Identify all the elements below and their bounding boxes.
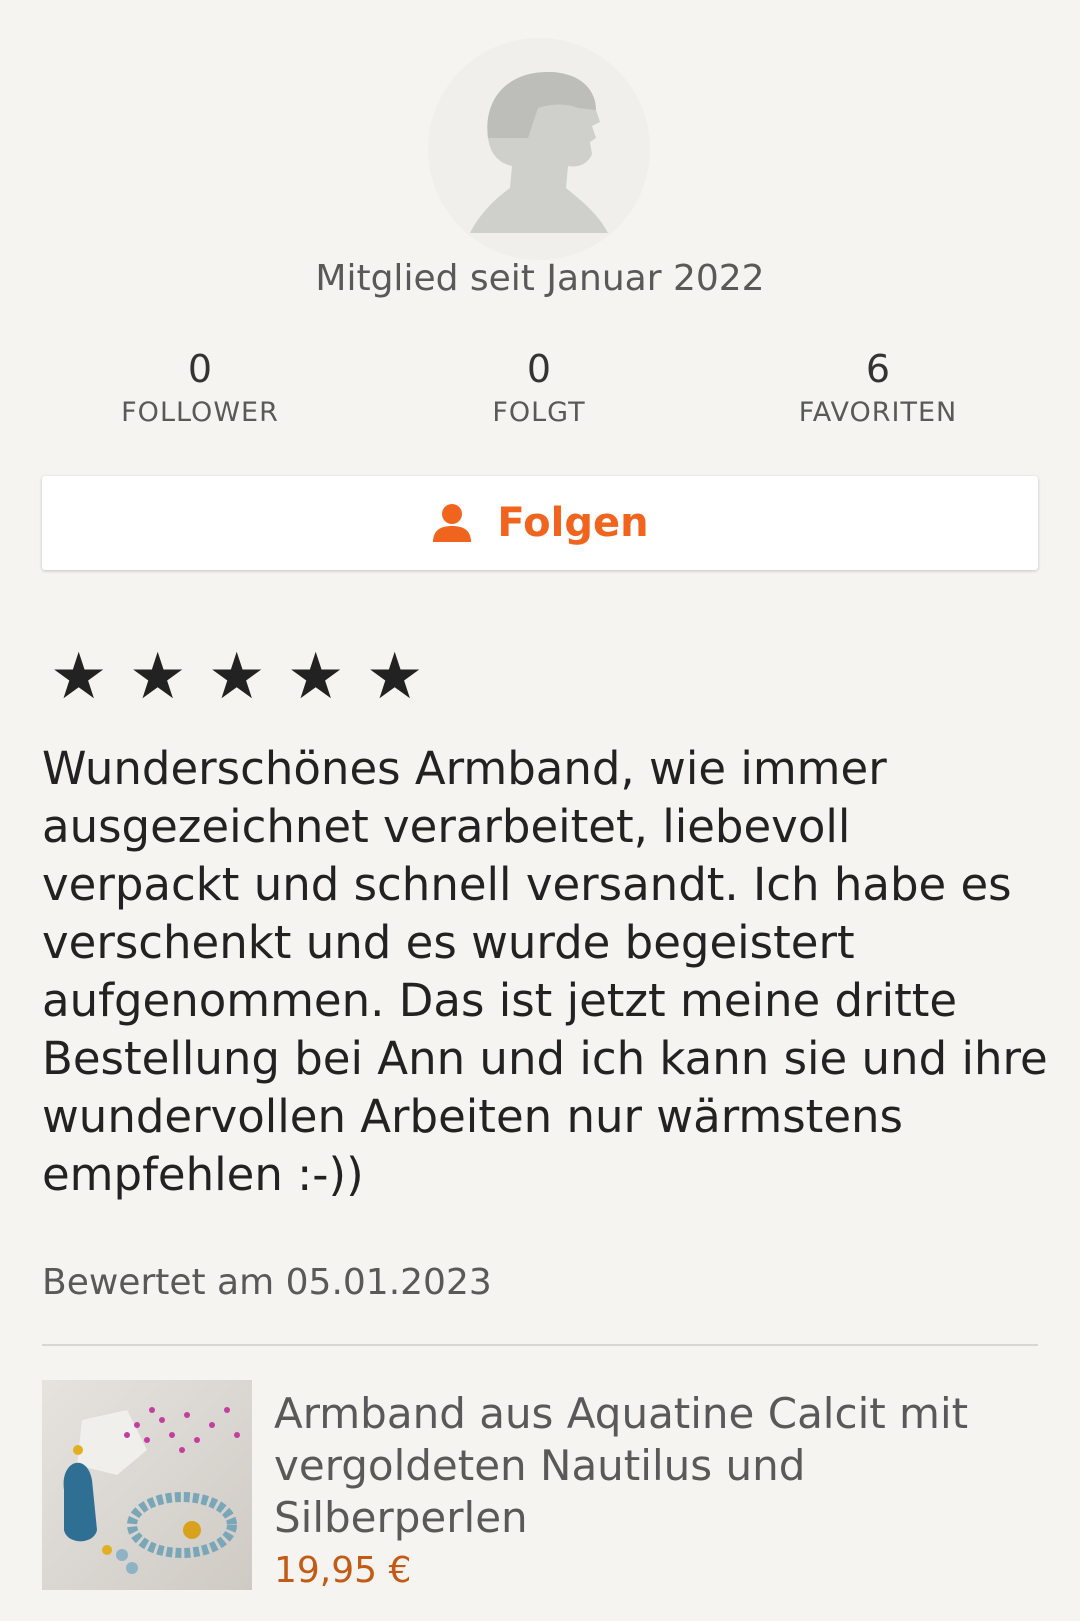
stat-label: FAVORITEN <box>798 397 958 428</box>
product-price: 19,95 € <box>274 1550 412 1591</box>
stat-following[interactable]: 0 FOLGT <box>389 345 689 428</box>
review-date: Bewertet am 05.01.2023 <box>42 1262 492 1303</box>
star-icon: ★ <box>287 640 345 714</box>
user-silhouette-icon <box>428 38 650 260</box>
product-photo-bracelet <box>42 1380 252 1590</box>
stat-label: FOLLOWER <box>121 397 279 428</box>
member-since: Mitglied seit Januar 2022 <box>315 258 765 299</box>
follow-button[interactable]: Folgen <box>42 476 1038 570</box>
stat-label: FOLGT <box>492 397 586 428</box>
review-text: Wunderschönes Armband, wie immer ausgeze… <box>42 742 1048 1201</box>
divider <box>42 1344 1038 1346</box>
stat-value: 0 <box>187 347 213 391</box>
stat-value: 6 <box>865 347 891 391</box>
stat-followers[interactable]: 0 FOLLOWER <box>50 345 350 428</box>
stat-favorites[interactable]: 6 FAVORITEN <box>728 345 1028 428</box>
stats-row: 0 FOLLOWER 0 FOLGT 6 FAVORITEN <box>0 345 1080 445</box>
avatar <box>428 38 650 260</box>
star-icon: ★ <box>208 640 266 714</box>
product-image[interactable] <box>42 1380 252 1590</box>
star-icon: ★ <box>50 640 108 714</box>
stat-value: 0 <box>526 347 552 391</box>
star-rating: ★ ★ ★ ★ ★ <box>50 642 445 712</box>
person-icon <box>433 504 472 542</box>
star-icon: ★ <box>366 640 424 714</box>
follow-button-label: Folgen <box>497 500 649 546</box>
product-title[interactable]: Armband aus Aquatine Calcit mit vergolde… <box>274 1388 1054 1544</box>
star-icon: ★ <box>129 640 187 714</box>
